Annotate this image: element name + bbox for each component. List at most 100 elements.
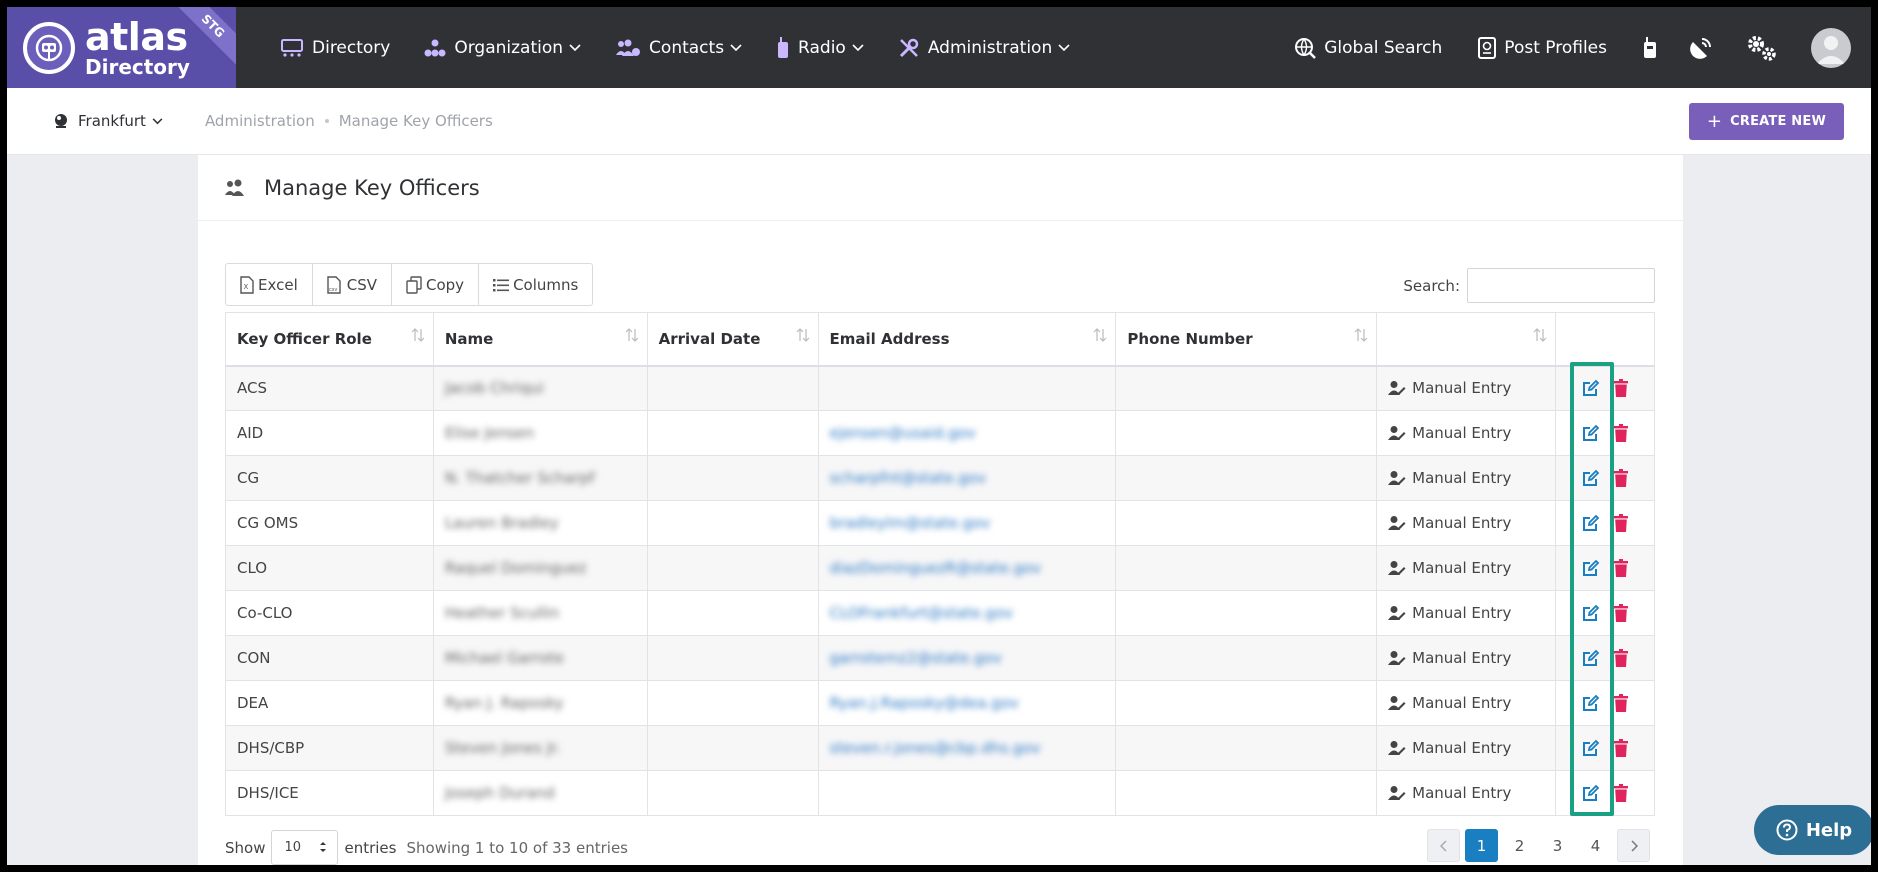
page-button-1[interactable]: 1: [1465, 829, 1498, 862]
edit-icon[interactable]: [1582, 514, 1600, 532]
cell-name: Elise Jensen: [432, 410, 648, 456]
show-label: Show: [225, 838, 266, 857]
user-edit-icon: [1388, 560, 1406, 576]
satellite-icon[interactable]: [1689, 36, 1713, 60]
post-selector[interactable]: Frankfurt: [52, 112, 163, 130]
cell-role: CG OMS: [225, 500, 434, 546]
cell-name: Michael Garrote: [432, 635, 648, 681]
trash-icon[interactable]: [1614, 559, 1628, 577]
nav-directory[interactable]: Directory: [280, 38, 390, 58]
handheld-radio-icon[interactable]: [1643, 36, 1657, 59]
email-link[interactable]: CLOFrankfurt@state.gov: [830, 604, 1013, 622]
export-excel-label: Excel: [258, 275, 298, 294]
export-csv-button[interactable]: csv CSV: [313, 264, 392, 305]
breadcrumb-administration[interactable]: Administration: [205, 112, 315, 130]
trash-icon[interactable]: [1614, 784, 1628, 802]
edit-icon[interactable]: [1582, 739, 1600, 757]
post-selector-label: Frankfurt: [78, 112, 146, 130]
trash-icon[interactable]: [1614, 604, 1628, 622]
trash-icon[interactable]: [1614, 469, 1628, 487]
cell-phone: [1115, 635, 1378, 681]
trash-icon[interactable]: [1614, 424, 1628, 442]
user-edit-icon: [1388, 785, 1406, 801]
officer-name: Raquel Dominguez: [444, 559, 587, 577]
edit-icon[interactable]: [1582, 649, 1600, 667]
next-page-button[interactable]: [1617, 829, 1650, 862]
role-text: AID: [237, 424, 264, 442]
cell-actions: [1555, 545, 1655, 591]
edit-icon[interactable]: [1582, 424, 1600, 442]
nav-post-profiles[interactable]: Post Profiles: [1478, 36, 1607, 59]
create-new-button[interactable]: + CREATE NEW: [1688, 103, 1844, 140]
email-link[interactable]: diazDominguezR@state.gov: [830, 559, 1042, 577]
table-row: CG N. Thatcher Scharpf scharpfnt@state.gov…: [225, 455, 1655, 501]
trash-icon[interactable]: [1614, 514, 1628, 532]
source-label: Manual Entry: [1412, 559, 1512, 577]
entries-info: Showing 1 to 10 of 33 entries: [406, 838, 628, 857]
trash-icon[interactable]: [1614, 739, 1628, 757]
email-link[interactable]: Ryan.J.Raposky@dea.gov: [830, 694, 1019, 712]
cell-arrival: [646, 500, 819, 546]
user-avatar[interactable]: [1811, 27, 1851, 68]
source-label: Manual Entry: [1412, 514, 1512, 532]
cell-arrival: [646, 680, 819, 726]
brand-name: atlas: [85, 15, 188, 59]
search-input[interactable]: [1467, 268, 1655, 303]
trash-icon[interactable]: [1614, 694, 1628, 712]
col-header-arrival[interactable]: Arrival Date: [646, 312, 819, 367]
copy-button[interactable]: Copy: [392, 264, 480, 305]
user-edit-icon: [1388, 470, 1406, 486]
cell-role: Co-CLO: [225, 590, 434, 636]
nav-administration[interactable]: Administration: [898, 37, 1070, 59]
email-link[interactable]: steven.r.jones@cbp.dhs.gov: [830, 739, 1041, 757]
page-size-select[interactable]: 10: [271, 830, 339, 865]
sort-icon: [1093, 327, 1107, 343]
edit-icon[interactable]: [1582, 379, 1600, 397]
col-header-arrival-label: Arrival Date: [658, 329, 761, 348]
officer-name: Ryan J. Raposky: [444, 694, 564, 712]
edit-icon[interactable]: [1582, 694, 1600, 712]
export-excel-button[interactable]: X Excel: [226, 264, 313, 305]
nav-organization[interactable]: Organization: [424, 38, 581, 58]
email-link[interactable]: garrotemz2@state.gov: [830, 649, 1002, 667]
cell-email: bradleylm@state.gov: [817, 500, 1117, 546]
cell-actions: [1555, 590, 1655, 636]
cell-arrival: [646, 590, 819, 636]
col-header-phone[interactable]: Phone Number: [1115, 312, 1378, 367]
trash-icon[interactable]: [1614, 379, 1628, 398]
key-officers-card: Manage Key Officers X Excel csv CSV Copy…: [198, 155, 1683, 865]
trash-icon[interactable]: [1614, 649, 1628, 667]
page-button-4[interactable]: 4: [1579, 829, 1612, 862]
cell-phone: [1115, 545, 1378, 591]
table-row: CLO Raquel Dominguez diazDominguezR@state.…: [225, 545, 1655, 591]
settings-gears-icon[interactable]: [1745, 33, 1779, 63]
brand-logo[interactable]: atlas Directory STG: [7, 7, 236, 88]
page-button-3[interactable]: 3: [1541, 829, 1574, 862]
email-link[interactable]: scharpfnt@state.gov: [830, 469, 986, 487]
svg-text:X: X: [244, 283, 249, 291]
prev-page-button[interactable]: [1427, 829, 1460, 862]
columns-button[interactable]: Columns: [479, 264, 592, 305]
chevron-down-icon: [730, 43, 742, 52]
col-header-source[interactable]: [1376, 312, 1557, 367]
edit-icon[interactable]: [1582, 604, 1600, 622]
sort-icon: [1533, 327, 1547, 343]
help-button[interactable]: Help: [1754, 805, 1871, 855]
edit-icon[interactable]: [1582, 469, 1600, 487]
col-header-email[interactable]: Email Address: [817, 312, 1117, 367]
user-edit-icon: [1388, 380, 1406, 396]
nav-contacts[interactable]: Contacts: [615, 38, 742, 58]
page-button-2[interactable]: 2: [1503, 829, 1536, 862]
nav-radio[interactable]: Radio: [776, 36, 864, 59]
col-header-name[interactable]: Name: [432, 312, 648, 367]
edit-icon[interactable]: [1582, 559, 1600, 577]
cell-email: [817, 365, 1117, 411]
source-label: Manual Entry: [1412, 604, 1512, 622]
nav-global-search[interactable]: Global Search: [1294, 37, 1442, 59]
email-link[interactable]: ejensen@usaid.gov: [830, 424, 976, 442]
col-header-role[interactable]: Key Officer Role: [225, 312, 434, 367]
sort-icon: [411, 327, 425, 343]
email-link[interactable]: bradleylm@state.gov: [830, 514, 991, 532]
page-size-value: 10: [284, 840, 302, 855]
edit-icon[interactable]: [1582, 784, 1600, 802]
